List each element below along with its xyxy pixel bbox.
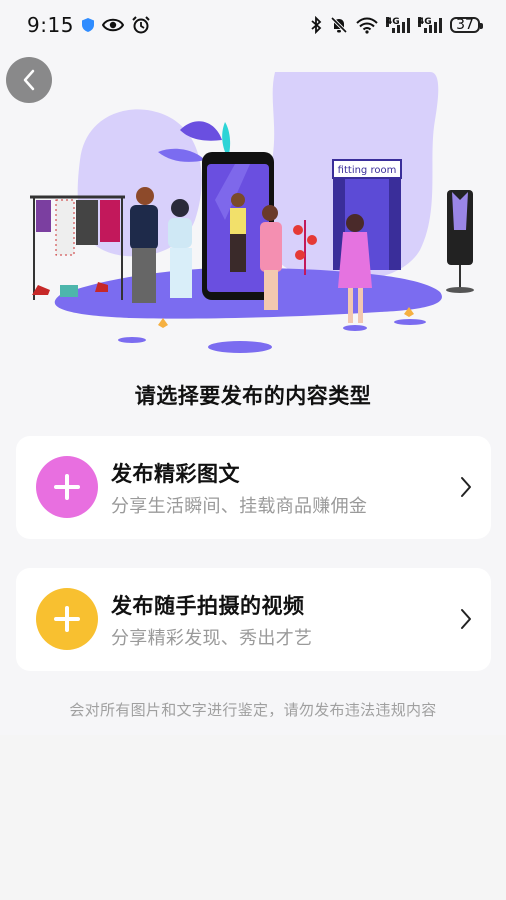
- card-title: 发布精彩图文: [111, 462, 240, 486]
- bell-off-icon: [330, 16, 348, 34]
- floor-spot: [394, 319, 426, 325]
- card-title: 发布随手拍摄的视频: [111, 594, 305, 618]
- plus-icon: [36, 456, 98, 518]
- disclaimer-text: 会对所有图片和文字进行鉴定，请勿发布违法违规内容: [69, 701, 437, 719]
- plus-icon: [54, 606, 80, 632]
- bottom-area: [0, 735, 506, 900]
- status-right: 4G 4G 37: [310, 16, 483, 34]
- fitting-room-sign: fitting room: [338, 165, 397, 176]
- plus-icon: [54, 474, 80, 500]
- eye-icon: [101, 18, 124, 32]
- alarm-icon: [132, 16, 150, 34]
- status-bar: 9:15 4G 4G 37: [0, 0, 506, 50]
- battery-icon: 37: [450, 17, 483, 33]
- shield-icon: [81, 18, 94, 32]
- floor-spot: [208, 341, 272, 353]
- signal-icon: 4G: [386, 17, 410, 33]
- chevron-right-icon: [461, 477, 471, 497]
- chevron-right-icon: [461, 609, 471, 629]
- page-prompt-title: 请选择要发布的内容类型: [134, 384, 372, 408]
- signal-label: 4G: [418, 17, 432, 27]
- floor-spot: [118, 337, 146, 343]
- plus-icon: [36, 588, 98, 650]
- mannequin: [446, 190, 474, 293]
- flower-decoration: [158, 318, 168, 328]
- hero-illustration: fitting room: [30, 72, 474, 353]
- publish-image-text-card[interactable]: 发布精彩图文 分享生活瞬间、挂载商品赚佣金: [16, 436, 491, 539]
- bluetooth-icon: [311, 16, 322, 34]
- floor-spot: [343, 325, 367, 331]
- status-left: 9:15: [27, 13, 150, 37]
- wifi-icon: [356, 17, 378, 34]
- status-time: 9:15: [27, 13, 74, 37]
- card-subtitle: 分享生活瞬间、挂载商品赚佣金: [111, 496, 368, 517]
- card-subtitle: 分享精彩发现、秀出才艺: [111, 628, 313, 649]
- signal-label: 4G: [386, 17, 400, 27]
- signal-icon: 4G: [418, 17, 442, 33]
- publish-video-card[interactable]: 发布随手拍摄的视频 分享精彩发现、秀出才艺: [16, 568, 491, 671]
